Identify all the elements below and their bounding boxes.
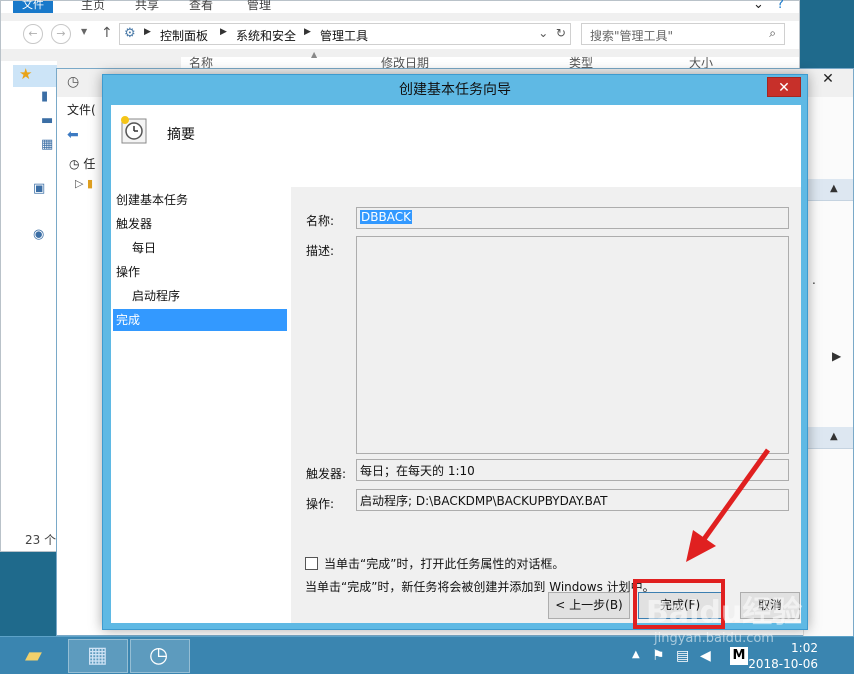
breadcrumb-system-security[interactable]: 系统和安全	[236, 27, 296, 44]
cancel-button[interactable]: 取消	[740, 592, 800, 619]
navigation-pane: ★ ▮ ▬ ▦ ▣ ◉	[1, 61, 57, 531]
ribbon-tab-manage[interactable]: 管理	[247, 0, 271, 13]
collapse-up-icon[interactable]: ▲	[830, 183, 838, 194]
address-bar[interactable]: ⚙ ▶ 控制面板 ▶ 系统和安全 ▶ 管理工具 ⌄ ↻	[119, 23, 571, 45]
search-icon[interactable]: ⌕	[769, 26, 776, 41]
clock-icon: ◷	[67, 74, 80, 90]
taskbar-server-manager[interactable]: ▦	[68, 639, 128, 673]
name-label: 名称:	[306, 214, 335, 228]
wizard-page-title: 摘要	[167, 127, 195, 143]
folder-icon: ▮	[86, 177, 94, 190]
clock-time[interactable]: 1:02	[791, 641, 818, 655]
actions-panel: ▲ . ▶ ▲	[803, 97, 853, 637]
clock-icon: ◷	[149, 643, 169, 668]
wizard-title: 创建基本任务向导	[399, 82, 511, 98]
volume-icon[interactable]: ◀	[700, 648, 711, 664]
recent-places-icon[interactable]: ▦	[41, 137, 53, 152]
trigger-label: 触发器:	[306, 467, 347, 481]
search-input[interactable]: 搜索"管理工具" ⌕	[581, 23, 785, 45]
action-label: 操作:	[306, 497, 335, 511]
taskbar-explorer[interactable]: ▰	[6, 639, 66, 673]
step-create-basic-task[interactable]: 创建基本任务	[113, 189, 287, 211]
step-trigger[interactable]: 触发器	[113, 213, 287, 235]
taskbar-task-scheduler[interactable]: ◷	[130, 639, 190, 673]
action-center-icon[interactable]: ⚑	[652, 648, 665, 664]
ribbon-tab-share[interactable]: 共享	[135, 0, 159, 13]
ribbon-tab-file[interactable]: 文件	[13, 0, 53, 13]
address-row: ← → ▼ ↑ ⚙ ▶ 控制面板 ▶ 系统和安全 ▶ 管理工具 ⌄ ↻ 搜索"管…	[1, 21, 799, 49]
taskbar: ▰ ▦ ◷ ▲ ⚑ ▤ ◀ M 1:02 2018-10-06	[0, 636, 854, 674]
clock-icon: ◷	[69, 157, 80, 171]
up-arrow-icon[interactable]: ↑	[101, 25, 113, 41]
action-field[interactable]: 启动程序; D:\BACKDMP\BACKUPBYDAY.BAT	[356, 489, 789, 511]
breadcrumb-separator-icon[interactable]: ▶	[304, 27, 311, 37]
ribbon-tab-home[interactable]: 主页	[81, 0, 105, 13]
breadcrumb-separator-icon[interactable]: ▶	[220, 27, 227, 37]
network-icon[interactable]: ▤	[676, 648, 689, 664]
folder-icon[interactable]: ▮	[41, 89, 48, 104]
more-dots-icon[interactable]: .	[812, 273, 816, 287]
chevron-down-icon[interactable]: ⌄	[753, 0, 764, 12]
forward-arrow-icon[interactable]: →	[51, 24, 71, 44]
collapse-up-icon[interactable]: ▲	[830, 431, 838, 442]
desktop-icon[interactable]: ▬	[41, 113, 53, 128]
star-icon: ★	[19, 65, 33, 83]
breadcrumb-control-panel[interactable]: 控制面板	[160, 27, 208, 44]
breadcrumb-separator-icon[interactable]: ▶	[144, 27, 151, 37]
ribbon-tabs: 文件 主页 共享 查看 管理 ⌄ ?	[1, 0, 799, 13]
step-daily[interactable]: 每日	[113, 237, 287, 259]
actions-section-header[interactable]: ▲	[804, 179, 853, 201]
create-basic-task-wizard: 创建基本任务向导 ✕ 摘要 创建基本任务 触发器 每日 操作 启动程序 完成 名…	[102, 74, 808, 630]
open-properties-checkbox[interactable]	[305, 557, 318, 570]
step-finish[interactable]: 完成	[113, 309, 287, 331]
tree-item-label: 任	[83, 157, 96, 171]
wizard-header: 摘要	[111, 105, 801, 187]
task-clock-icon	[121, 116, 147, 144]
wizard-step-list: 创建基本任务 触发器 每日 操作 启动程序 完成	[111, 187, 291, 623]
clock-date[interactable]: 2018-10-06	[748, 657, 818, 671]
control-panel-icon: ⚙	[124, 26, 136, 41]
refresh-icon[interactable]: ⌄ ↻	[538, 26, 566, 40]
tree-expander-icon[interactable]: ▷ ▮	[75, 177, 93, 190]
ime-indicator[interactable]: M	[730, 647, 748, 665]
back-arrow-icon[interactable]: ←	[23, 24, 43, 44]
chevron-right-icon[interactable]: ▶	[832, 349, 841, 363]
show-hidden-icons-icon[interactable]: ▲	[632, 649, 640, 660]
server-manager-icon: ▦	[87, 643, 108, 668]
back-button[interactable]: < 上一步(B)	[548, 592, 630, 619]
finish-button[interactable]: 完成(F)	[638, 592, 722, 619]
ribbon-tab-view[interactable]: 查看	[189, 0, 213, 13]
name-field[interactable]: DBBACK	[356, 207, 789, 229]
tree-item-task-scheduler[interactable]: ◷ 任	[69, 155, 95, 172]
step-action[interactable]: 操作	[113, 261, 287, 283]
close-button[interactable]: ✕	[767, 77, 801, 97]
step-start-program[interactable]: 启动程序	[113, 285, 287, 307]
computer-icon[interactable]: ▣	[33, 181, 45, 196]
description-field[interactable]	[356, 236, 789, 454]
network-icon[interactable]: ◉	[33, 227, 44, 242]
back-arrow-icon[interactable]: ⬅	[67, 127, 79, 143]
menu-file[interactable]: 文件(	[67, 101, 96, 118]
wizard-body: 摘要 创建基本任务 触发器 每日 操作 启动程序 完成 名称: DBBACK 描…	[111, 105, 801, 623]
recent-dropdown-icon[interactable]: ▼	[81, 27, 87, 36]
name-value: DBBACK	[360, 210, 412, 224]
description-label: 描述:	[306, 244, 335, 258]
help-icon[interactable]: ?	[777, 0, 784, 12]
folder-icon: ▰	[25, 643, 42, 668]
trigger-field[interactable]: 每日；在每天的 1:10	[356, 459, 789, 481]
actions-section-header[interactable]: ▲	[804, 427, 853, 449]
breadcrumb-admin-tools[interactable]: 管理工具	[320, 27, 368, 44]
search-placeholder: 搜索"管理工具"	[590, 29, 674, 43]
close-icon[interactable]: ✕	[817, 71, 839, 89]
open-properties-label[interactable]: 当单击“完成”时，打开此任务属性的对话框。	[324, 555, 564, 572]
sort-arrow-icon: ▲	[311, 50, 318, 59]
